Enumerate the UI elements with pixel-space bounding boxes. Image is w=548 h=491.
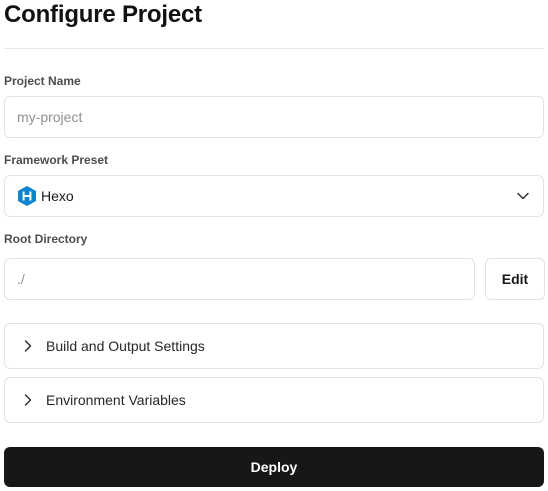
build-output-settings-label: Build and Output Settings <box>46 338 205 354</box>
environment-variables-accordion[interactable]: Environment Variables <box>4 377 544 423</box>
chevron-down-icon <box>517 192 529 200</box>
page-title: Configure Project <box>4 1 202 28</box>
configure-project-page: Configure Project Project Name Framework… <box>0 0 548 491</box>
root-directory-field[interactable]: ./ <box>4 258 475 300</box>
root-directory-value: ./ <box>17 271 25 287</box>
environment-variables-label: Environment Variables <box>46 392 186 408</box>
edit-button[interactable]: Edit <box>485 258 545 300</box>
build-output-settings-accordion[interactable]: Build and Output Settings <box>4 323 544 369</box>
project-name-field <box>4 96 544 138</box>
hexo-icon <box>18 186 36 206</box>
chevron-right-icon <box>24 394 32 406</box>
framework-preset-label: Framework Preset <box>4 153 109 167</box>
divider <box>4 48 544 49</box>
framework-preset-select[interactable]: Hexo <box>4 175 544 217</box>
framework-preset-value: Hexo <box>41 188 74 204</box>
deploy-button[interactable]: Deploy <box>4 447 544 487</box>
project-name-label: Project Name <box>4 74 81 88</box>
root-directory-label: Root Directory <box>4 232 88 246</box>
project-name-input[interactable] <box>17 109 531 125</box>
chevron-right-icon <box>24 340 32 352</box>
